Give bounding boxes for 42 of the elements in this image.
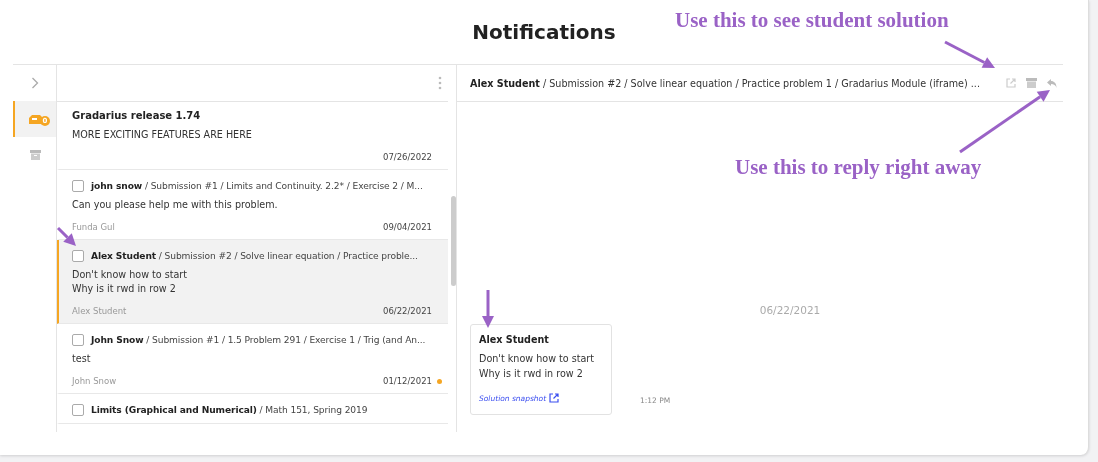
- select-checkbox[interactable]: [72, 404, 84, 416]
- inbox-icon: [27, 113, 44, 125]
- notification-title: Gradarius release 1.74: [72, 110, 202, 123]
- page-title: Notifications: [472, 20, 616, 44]
- notification-title: John Snow / Submission #1 / 1.5 Problem 291 / Exercise 1 / Trig (and An...: [91, 335, 426, 345]
- select-checkbox[interactable]: [72, 334, 84, 346]
- message-author: Alex Student: [479, 334, 550, 345]
- reply-button[interactable]: [1047, 78, 1057, 88]
- archive-icon: [30, 150, 41, 160]
- annotation-arrow: [944, 40, 995, 68]
- notification-title: john snow / Submission #1 / Limits and Continuity. 2.2* / Exercise 2 / M...: [91, 181, 423, 191]
- message-line: test: [72, 352, 92, 366]
- notification-date: 06/22/2021: [383, 306, 432, 316]
- annotation-arrow: [482, 290, 494, 328]
- scrollbar[interactable]: [451, 196, 456, 286]
- external-link-icon: [549, 393, 560, 403]
- notification-item[interactable]: Alex Student / Submission #2 / Solve linear equation / Practice proble... Don't know how to start Why is it rwd in row 2 Alex Student 06/22/2021: [57, 240, 448, 324]
- message-line: MORE EXCITING FEATURES ARE HERE: [72, 128, 253, 142]
- archive-button[interactable]: [1026, 78, 1037, 88]
- annotation-text: Use this to see student solution: [675, 8, 949, 33]
- select-checkbox[interactable]: [72, 250, 84, 262]
- notification-title: Limits (Graphical and Numerical) / Math 151, Spring 2019: [91, 405, 368, 415]
- message-line: Can you please help me with this problem.: [72, 198, 279, 212]
- author-name: Alex Student: [72, 306, 127, 316]
- message-line: Why is it rwd in row 2: [479, 367, 584, 381]
- open-external-button[interactable]: [1006, 78, 1016, 88]
- date-separator: 06/22/2021: [758, 304, 822, 316]
- notification-title: Alex Student / Submission #2 / Solve linear equation / Practice proble...: [91, 251, 418, 261]
- notification-date: 07/26/2022: [383, 152, 432, 162]
- message-line: Don't know how to start: [72, 268, 189, 282]
- author-name: Funda Gul: [72, 222, 115, 232]
- author-name: John Snow: [72, 376, 117, 386]
- select-checkbox[interactable]: [72, 180, 84, 192]
- message-line: Why is it rwd in row 2: [72, 282, 177, 296]
- notification-date: 09/04/2021: [383, 222, 432, 232]
- notification-date: 01/12/2021: [383, 376, 432, 386]
- breadcrumb: Alex Student / Submission #2 / Solve linear equation / Practice problem 1 / Gradarius Module (iframe) ...: [470, 77, 981, 89]
- expand-button[interactable]: [30, 77, 39, 89]
- annotation-text: Use this to reply right away: [735, 155, 982, 180]
- more-menu-button[interactable]: [438, 76, 442, 90]
- external-link-icon: [1006, 78, 1016, 88]
- message-line: Don't know how to start: [479, 352, 596, 366]
